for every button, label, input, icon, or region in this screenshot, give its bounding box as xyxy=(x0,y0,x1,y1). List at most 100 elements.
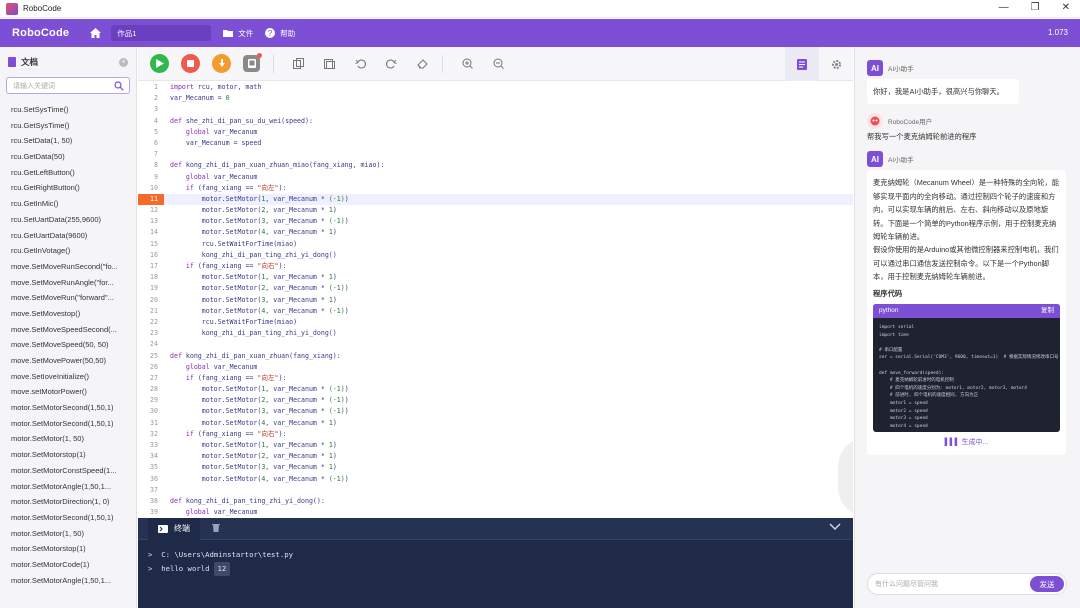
line-number[interactable]: 21 xyxy=(138,306,164,317)
doc-list-item[interactable]: motor.SetMotorConstSpeed(1... xyxy=(0,463,130,479)
line-number[interactable]: 13 xyxy=(138,216,164,227)
zoom-in-icon[interactable] xyxy=(460,57,474,71)
line-number[interactable]: 30 xyxy=(138,406,164,417)
line-number[interactable]: 33 xyxy=(138,440,164,451)
docs-toggle-icon[interactable] xyxy=(785,47,819,81)
settings-gear-icon[interactable] xyxy=(819,47,853,81)
close-docs-icon[interactable]: × xyxy=(119,58,128,67)
line-number[interactable]: 7 xyxy=(138,149,164,160)
doc-list-item[interactable]: motor.SetMotorAngle(1,50,1... xyxy=(0,479,130,495)
line-number[interactable]: 11 xyxy=(138,193,164,206)
home-icon[interactable] xyxy=(89,27,101,39)
line-number[interactable]: 4 xyxy=(138,116,164,127)
doc-list-item[interactable]: rcu.SetData(1, 50) xyxy=(0,133,130,149)
doc-list-item[interactable]: rcu.GetInVotage() xyxy=(0,243,130,259)
doc-list-item[interactable]: move.SetMoveSpeed(50, 50) xyxy=(0,337,130,353)
doc-list-item[interactable]: rcu.GetSysTime() xyxy=(0,118,130,134)
search-icon[interactable] xyxy=(114,81,124,91)
doc-list-item[interactable]: move.SetIoveInitialize() xyxy=(0,369,130,385)
close-button[interactable]: ✕ xyxy=(1062,2,1070,13)
project-name-input[interactable]: 作品1 xyxy=(111,25,212,41)
doc-list-item[interactable]: motor.SetMotorAngle(1,50,1... xyxy=(0,573,130,589)
doc-list-item[interactable]: motor.SetMotor(1, 50) xyxy=(0,431,130,447)
line-number[interactable]: 36 xyxy=(138,474,164,485)
line-number[interactable]: 14 xyxy=(138,227,164,238)
line-number[interactable]: 28 xyxy=(138,384,164,395)
line-number[interactable]: 18 xyxy=(138,272,164,283)
line-number[interactable]: 20 xyxy=(138,295,164,306)
paste-icon[interactable] xyxy=(322,57,336,71)
doc-list-item[interactable]: rcu.GetUartData(9600) xyxy=(0,228,130,244)
doc-list-item[interactable]: motor.SetMotorCode(1) xyxy=(0,557,130,573)
line-number[interactable]: 31 xyxy=(138,418,164,429)
redo-icon[interactable] xyxy=(384,57,398,71)
line-number[interactable]: 2 xyxy=(138,93,164,104)
line-number[interactable]: 26 xyxy=(138,362,164,373)
line-number[interactable]: 25 xyxy=(138,351,164,362)
zoom-out-icon[interactable] xyxy=(491,57,505,71)
minimize-button[interactable]: — xyxy=(999,2,1009,13)
stop-button[interactable] xyxy=(181,54,200,73)
trash-icon[interactable] xyxy=(212,523,220,534)
doc-list-item[interactable]: rcu.GetRightButton() xyxy=(0,180,130,196)
doc-list-item[interactable]: rcu.GetData(50) xyxy=(0,149,130,165)
line-number[interactable]: 1 xyxy=(138,82,164,93)
doc-list-item[interactable]: move.setMotorPower() xyxy=(0,384,130,400)
line-number[interactable]: 16 xyxy=(138,250,164,261)
line-number[interactable]: 27 xyxy=(138,373,164,384)
code-editor[interactable]: 1 import rcu, motor, math 2 var_Mecanum = 0… xyxy=(138,81,853,517)
collapse-chevron-icon[interactable] xyxy=(829,523,841,533)
doc-list-item[interactable]: move.SetMoveRunSecond("fo... xyxy=(0,259,130,275)
line-number[interactable]: 5 xyxy=(138,127,164,138)
doc-list-item[interactable]: motor.SetMotorSecond(1,50,1) xyxy=(0,416,130,432)
chat-input[interactable]: 有什么问题尽管问我 发送 xyxy=(867,573,1067,595)
line-number[interactable]: 38 xyxy=(138,496,164,507)
run-button[interactable] xyxy=(150,54,169,73)
doc-list-item[interactable]: move.SetMoveRun("forward"... xyxy=(0,290,130,306)
line-number[interactable]: 39 xyxy=(138,507,164,517)
doc-list-item[interactable]: motor.SetMotorSecond(1,50,1) xyxy=(0,400,130,416)
copy-code-button[interactable]: 复制 xyxy=(1041,304,1054,317)
line-number[interactable]: 32 xyxy=(138,429,164,440)
line-number[interactable]: 17 xyxy=(138,261,164,272)
line-number[interactable]: 29 xyxy=(138,395,164,406)
menu-file[interactable]: 文件 xyxy=(223,28,253,39)
line-number[interactable]: 12 xyxy=(138,205,164,216)
line-number[interactable]: 23 xyxy=(138,328,164,339)
doc-list-item[interactable]: rcu.GetLeftButton() xyxy=(0,165,130,181)
undo-icon[interactable] xyxy=(353,57,367,71)
doc-list-item[interactable]: rcu.SetUartData(255,9600) xyxy=(0,212,130,228)
menu-help[interactable]: ? 帮助 xyxy=(265,28,295,39)
line-number[interactable]: 24 xyxy=(138,339,164,350)
doc-list-item[interactable]: rcu.SetSysTime() xyxy=(0,102,130,118)
doc-list-item[interactable]: move.SetMovestop() xyxy=(0,306,130,322)
doc-list-item[interactable]: motor.SetMotorstop(1) xyxy=(0,447,130,463)
line-number[interactable]: 8 xyxy=(138,160,164,171)
line-number[interactable]: 19 xyxy=(138,283,164,294)
doc-list-item[interactable]: move.SetMoveRunAngle("for... xyxy=(0,275,130,291)
line-number[interactable]: 22 xyxy=(138,317,164,328)
doc-list-item[interactable]: rcu.GetInMic() xyxy=(0,196,130,212)
line-number[interactable]: 9 xyxy=(138,172,164,183)
copy-icon[interactable] xyxy=(291,57,305,71)
line-number[interactable]: 10 xyxy=(138,183,164,194)
doc-list-item[interactable]: motor.SetMotorstop(1) xyxy=(0,541,130,557)
send-button[interactable]: 发送 xyxy=(1030,576,1064,592)
doc-list-item[interactable]: move.SetMovePower(50,50) xyxy=(0,353,130,369)
eraser-icon[interactable] xyxy=(415,57,429,71)
doc-list-item[interactable]: motor.SetMotorSecond(1,50,1) xyxy=(0,510,130,526)
line-number[interactable]: 6 xyxy=(138,138,164,149)
line-number[interactable]: 37 xyxy=(138,485,164,496)
docs-search-input[interactable]: 请输入关键词 xyxy=(6,77,130,94)
doc-list-item[interactable]: move.SetMoveSpeedSecond(... xyxy=(0,322,130,338)
line-number[interactable]: 34 xyxy=(138,451,164,462)
doc-list-item[interactable]: motor.SetMotor(1, 50) xyxy=(0,526,130,542)
device-button[interactable] xyxy=(243,53,262,72)
download-button[interactable] xyxy=(212,54,231,73)
terminal-tab[interactable]: 终端 xyxy=(148,517,200,540)
line-number[interactable]: 15 xyxy=(138,239,164,250)
maximize-button[interactable]: ❐ xyxy=(1031,2,1040,13)
line-number[interactable]: 35 xyxy=(138,462,164,473)
line-number[interactable]: 3 xyxy=(138,104,164,115)
doc-list-item[interactable]: motor.SetMotorDirection(1, 0) xyxy=(0,494,130,510)
